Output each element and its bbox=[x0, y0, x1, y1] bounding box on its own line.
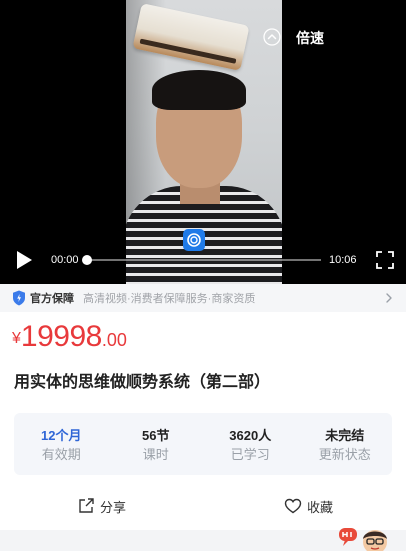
guarantee-title: 官方保障 bbox=[30, 293, 74, 305]
video-logo-icon bbox=[183, 229, 205, 251]
favorite-label: 收藏 bbox=[307, 499, 334, 515]
stat-validity-value: 12个月 bbox=[41, 428, 82, 443]
stat-update-status: 未完结 更新状态 bbox=[298, 413, 393, 475]
course-stats-card: 12个月 有效期 56节 课时 3620人 已学习 未完结 更新状态 bbox=[14, 413, 392, 475]
guarantee-bar[interactable]: 官方保障 高清视频·消费者保障服务·商家资质 bbox=[0, 284, 406, 312]
favorite-button[interactable]: 收藏 bbox=[284, 495, 333, 517]
total-time: 10:06 bbox=[329, 254, 357, 266]
stat-update-status-label: 更新状态 bbox=[318, 447, 371, 462]
playback-speed-button[interactable]: 倍速 bbox=[296, 29, 324, 47]
guarantee-description: 高清视频·消费者保障服务·商家资质 bbox=[83, 293, 256, 305]
progress-bar[interactable] bbox=[82, 255, 321, 265]
stat-lessons-value: 56节 bbox=[142, 428, 170, 443]
stat-learners: 3620人 已学习 bbox=[203, 413, 298, 475]
price-integer: 19998 bbox=[20, 320, 102, 353]
current-time: 00:00 bbox=[51, 254, 79, 266]
stat-learners-value: 3620人 bbox=[229, 428, 272, 443]
course-title: 用实体的思维做顺势系统（第二部） bbox=[14, 374, 271, 391]
play-icon[interactable] bbox=[14, 250, 34, 270]
course-price: ¥19998.00 bbox=[12, 320, 127, 354]
stat-lessons: 56节 课时 bbox=[109, 413, 204, 475]
chevron-right-icon[interactable] bbox=[384, 291, 394, 305]
share-label: 分享 bbox=[100, 499, 127, 515]
chevron-up-circle-icon[interactable] bbox=[263, 28, 281, 46]
stat-update-status-value: 未完结 bbox=[325, 428, 365, 443]
video-person-hair bbox=[152, 70, 246, 110]
stat-validity-label: 有效期 bbox=[41, 447, 81, 462]
stat-learners-label: 已学习 bbox=[230, 447, 270, 462]
heart-icon bbox=[284, 498, 302, 514]
stat-validity: 12个月 有效期 bbox=[14, 413, 109, 475]
progress-handle[interactable] bbox=[82, 255, 92, 265]
fullscreen-icon[interactable] bbox=[375, 250, 395, 270]
assistant-mascot-icon[interactable] bbox=[337, 524, 397, 551]
video-player[interactable]: 倍速 00:00 10:06 bbox=[0, 0, 406, 284]
share-icon bbox=[79, 498, 94, 513]
price-decimal: .00 bbox=[101, 330, 127, 350]
shield-icon bbox=[13, 290, 25, 306]
stat-lessons-label: 课时 bbox=[142, 447, 169, 462]
share-button[interactable]: 分享 bbox=[77, 495, 126, 517]
price-currency: ¥ bbox=[12, 330, 21, 347]
